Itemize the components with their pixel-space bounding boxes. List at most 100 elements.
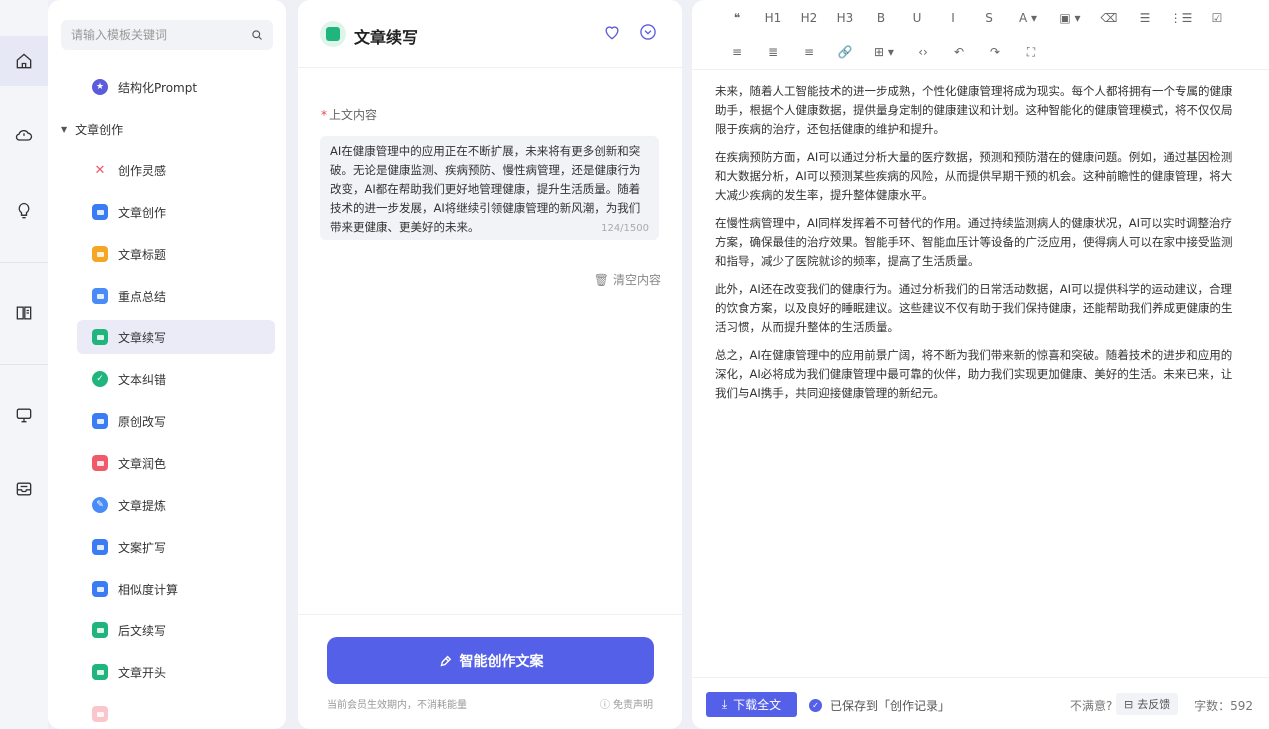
- align-left-icon[interactable]: ≡: [722, 41, 752, 63]
- sidebar-item-label: 文章标题: [118, 247, 167, 262]
- align-right-icon[interactable]: ≡: [794, 41, 824, 63]
- sidebar-item-structured-prompt[interactable]: ★ 结构化Prompt: [77, 70, 275, 104]
- saved-status: ✓ 已保存到「创作记录」: [809, 697, 950, 714]
- paragraph: 此外，AI还在改变我们的健康行为。通过分析我们的日常活动数据，AI可以提供科学的…: [715, 282, 1233, 334]
- sidebar-item-key-summary[interactable]: 重点总结: [77, 279, 275, 313]
- template-sidebar: ★ 结构化Prompt ▼ 文章创作 ✕ 创作灵感 文章创作 文章标题 重点总结…: [48, 0, 286, 729]
- editor-content[interactable]: 未来，随着人工智能技术的进一步成熟，个性化健康管理将成为现实。每个人都将拥有一个…: [715, 82, 1241, 412]
- sidebar-item-article-polish[interactable]: 文章润色: [77, 446, 275, 480]
- task-list-icon[interactable]: ☑: [1202, 7, 1232, 29]
- rail-divider: [0, 364, 48, 365]
- rail-divider: [0, 262, 48, 263]
- inbox-icon[interactable]: [0, 464, 48, 514]
- download-button[interactable]: ⤓ 下载全文: [706, 692, 797, 717]
- heart-icon[interactable]: [602, 22, 622, 42]
- caret-down-icon: ▼: [61, 124, 68, 134]
- editor-toolbar: ❝ H1 H2 H3 B U I S A ▾ ▣ ▾ ⌫ ☰ ⋮☰ ☑ ≡ ≣ ≡ 🔗 ⊞ ▾ ‹› ↶ ↷ ⛶: [692, 0, 1269, 70]
- link-icon[interactable]: 🔗: [830, 41, 860, 63]
- sidebar-item-label: 后文续写: [118, 623, 167, 638]
- bullet-list-icon[interactable]: ☰: [1130, 7, 1160, 29]
- sidebar-item-label: 文案扩写: [118, 540, 167, 555]
- align-center-icon[interactable]: ≣: [758, 41, 788, 63]
- sidebar-item-label: 结构化Prompt: [118, 80, 198, 95]
- opening-icon: [92, 664, 108, 680]
- disclaimer-link[interactable]: ⓘ 免责声明: [600, 696, 653, 711]
- char-counter: 124/1500: [601, 223, 649, 234]
- sidebar-item-label: 原创改写: [118, 414, 167, 429]
- sidebar-item-opening[interactable]: 文章开头: [77, 655, 275, 689]
- template-form-panel: 文章续写 * 上文内容 AI在健康管理中的应用正在不断扩展，未来将有更多创新和突破…: [298, 0, 682, 729]
- fullscreen-icon[interactable]: ⛶: [1016, 41, 1046, 63]
- lightbulb-icon[interactable]: [0, 186, 48, 236]
- check-icon: ✓: [809, 699, 822, 712]
- generate-button[interactable]: 智能创作文案: [327, 637, 654, 684]
- footer-divider: [298, 614, 682, 615]
- sidebar-item-article-title[interactable]: 文章标题: [77, 237, 275, 271]
- undo-icon[interactable]: ↶: [944, 41, 974, 63]
- paragraph: 在疾病预防方面，AI可以通过分析大量的医疗数据，预测和预防潜在的健康问题。例如，…: [715, 150, 1233, 202]
- similarity-icon: [92, 581, 108, 597]
- editor-footer: ⤓ 下载全文 ✓ 已保存到「创作记录」 不满意? ⊟ 去反馈 字数：592: [692, 677, 1269, 729]
- membership-note: 当前会员生效期内，不消耗能量: [327, 700, 467, 711]
- italic-icon[interactable]: I: [938, 7, 968, 29]
- doc-icon: [92, 204, 108, 220]
- strike-icon[interactable]: S: [974, 7, 1004, 29]
- clear-content-button[interactable]: 🗑 清空内容: [594, 271, 661, 288]
- doc-icon: [92, 706, 108, 722]
- sidebar-item-article-refine[interactable]: ✎ 文章提炼: [77, 488, 275, 522]
- quote-icon[interactable]: ❝: [722, 7, 752, 29]
- sidebar-item-article-continue[interactable]: 文章续写: [77, 320, 275, 354]
- sidebar-item-article-creation[interactable]: 文章创作: [77, 195, 275, 229]
- sidebar-item-label: 文本纠错: [118, 372, 167, 387]
- font-color-icon[interactable]: A ▾: [1010, 7, 1046, 29]
- ordered-list-icon[interactable]: ⋮☰: [1166, 7, 1196, 29]
- search-input[interactable]: [71, 28, 251, 42]
- sidebar-item-label: 相似度计算: [118, 582, 179, 597]
- sparkle-icon: ✕: [92, 162, 108, 178]
- paragraph: 在慢性病管理中，AI同样发挥着不可替代的作用。通过持续监测病人的健康状况，AI可…: [715, 216, 1233, 268]
- required-mark: *: [321, 108, 327, 122]
- redo-icon[interactable]: ↷: [980, 41, 1010, 63]
- chevron-down-circle-icon[interactable]: [638, 22, 658, 42]
- sidebar-item-similarity[interactable]: 相似度计算: [77, 572, 275, 606]
- correct-icon: ✓: [92, 371, 108, 387]
- sidebar-item-followup[interactable]: 后文续写: [77, 613, 275, 647]
- h1-icon[interactable]: H1: [758, 7, 788, 29]
- search-icon[interactable]: [251, 29, 263, 41]
- sidebar-item-label: 文章创作: [118, 205, 167, 220]
- monitor-icon[interactable]: [0, 390, 48, 440]
- code-icon[interactable]: ‹›: [908, 41, 938, 63]
- table-icon[interactable]: ⊞ ▾: [866, 41, 902, 63]
- sidebar-item-partial[interactable]: [77, 697, 275, 729]
- sidebar-item-copy-expand[interactable]: 文案扩写: [77, 530, 275, 564]
- book-icon[interactable]: [0, 288, 48, 338]
- panel-header: 文章续写: [298, 0, 682, 68]
- group-article-creation[interactable]: ▼ 文章创作: [61, 119, 123, 139]
- star-icon: ★: [92, 79, 108, 95]
- bg-color-icon[interactable]: ▣ ▾: [1052, 7, 1088, 29]
- underline-icon[interactable]: U: [902, 7, 932, 29]
- feedback-button[interactable]: ⊟ 去反馈: [1116, 693, 1179, 715]
- bold-icon[interactable]: B: [866, 7, 896, 29]
- editor-panel: ❝ H1 H2 H3 B U I S A ▾ ▣ ▾ ⌫ ☰ ⋮☰ ☑ ≡ ≣ ≡ 🔗 ⊞ ▾ ‹› ↶ ↷ ⛶ 未来，随…: [692, 0, 1269, 729]
- h3-icon[interactable]: H3: [830, 7, 860, 29]
- sidebar-item-label: 文章润色: [118, 456, 167, 471]
- sidebar-item-text-correction[interactable]: ✓ 文本纠错: [77, 362, 275, 396]
- sidebar-item-label: 重点总结: [118, 289, 167, 304]
- sidebar-item-original-rewrite[interactable]: 原创改写: [77, 404, 275, 438]
- sidebar-item-inspiration[interactable]: ✕ 创作灵感: [77, 153, 275, 187]
- template-search: [61, 20, 273, 50]
- pen-icon: [440, 655, 451, 666]
- title-icon: [92, 246, 108, 262]
- page-title: 文章续写: [354, 28, 419, 47]
- word-count: 字数：592: [1194, 699, 1253, 713]
- followup-icon: [92, 622, 108, 638]
- refine-icon: ✎: [92, 497, 108, 513]
- polish-icon: [92, 455, 108, 471]
- eraser-icon[interactable]: ⌫: [1094, 7, 1124, 29]
- expand-icon: [92, 539, 108, 555]
- h2-icon[interactable]: H2: [794, 7, 824, 29]
- cloud-icon[interactable]: [0, 110, 48, 160]
- context-textarea[interactable]: AI在健康管理中的应用正在不断扩展，未来将有更多创新和突破。无论是健康监测、疾病…: [320, 136, 659, 240]
- home-icon[interactable]: [0, 36, 48, 86]
